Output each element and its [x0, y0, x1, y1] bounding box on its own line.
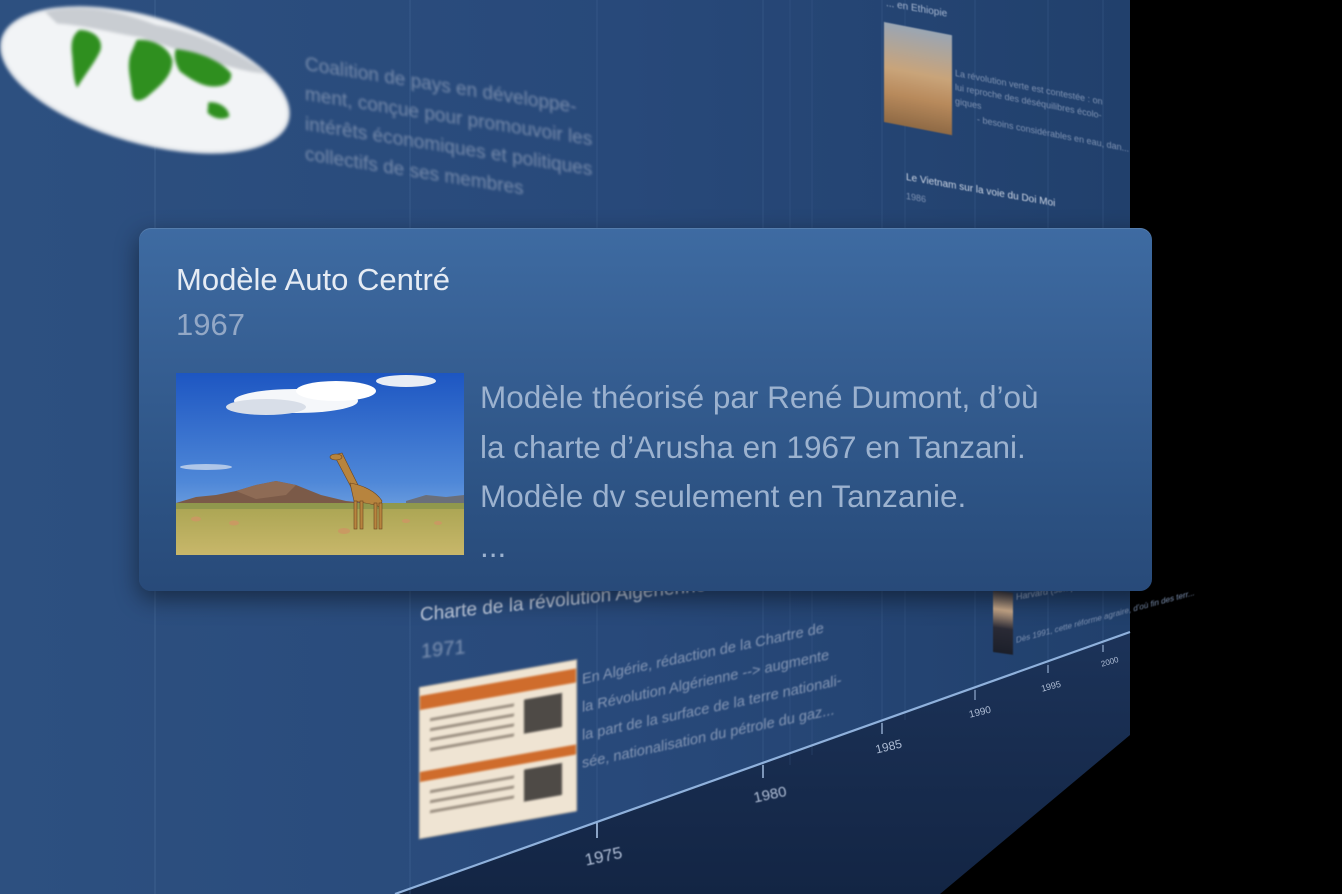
event-title: Modèle Auto Centré	[176, 262, 451, 297]
person-portrait-photo[interactable]	[993, 590, 1013, 655]
text-line: la charte d’Arusha en 1967 en Tanzani.	[480, 428, 1026, 465]
event-detail-card[interactable]: Modèle Auto Centré 1967 Modèle théorisé …	[139, 228, 1152, 591]
ellipsis-more[interactable]: ...	[480, 522, 1120, 572]
event-description: Modèle théorisé par René Dumont, d’où la…	[480, 373, 1120, 571]
newspaper-document-image[interactable]	[420, 660, 576, 838]
lower-event-year: 1971	[421, 636, 466, 663]
dry-cracked-earth-photo[interactable]	[884, 22, 952, 136]
event-year: 1967	[176, 307, 245, 342]
world-map-image[interactable]	[0, 0, 300, 180]
giraffe-savanna-photo[interactable]	[176, 373, 464, 555]
timeline-3d-view[interactable]: Coalition de pays en développe- ment, co…	[0, 0, 1342, 894]
text-line: Modèle théorisé par René Dumont, d’où	[480, 379, 1039, 415]
text-line: Modèle dv seulement en Tanzanie.	[480, 478, 967, 514]
